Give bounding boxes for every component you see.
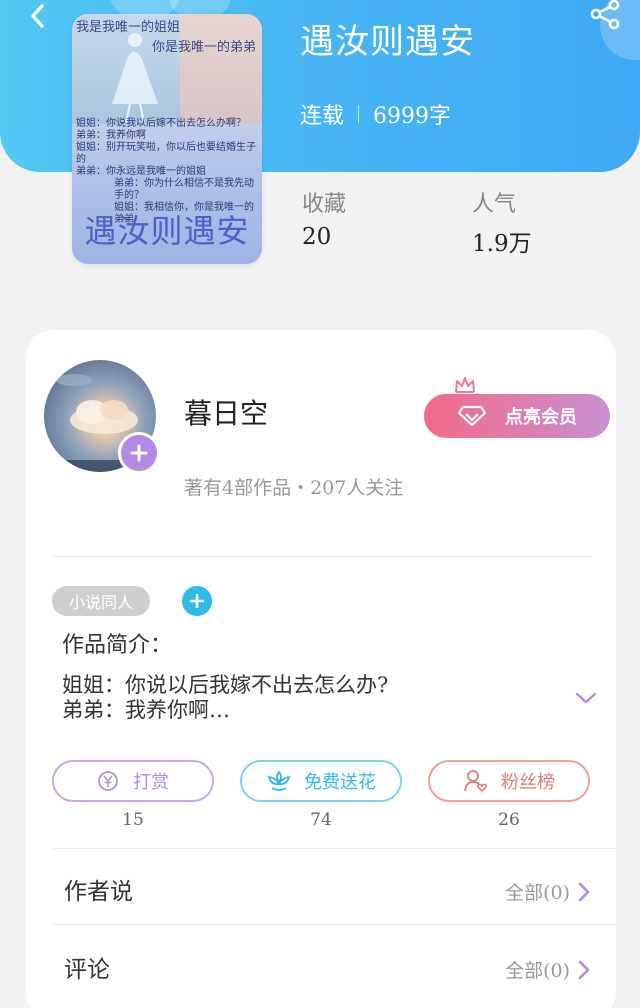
divider [52, 848, 616, 849]
popularity-count: 1.9万 [472, 231, 532, 257]
cover-title: 遇汝则遇安 [84, 212, 250, 250]
cover-dialog-line: 弟弟：我养你啊 [76, 130, 146, 141]
favorites-count: 20 [302, 224, 332, 250]
flower-count: 74 [310, 810, 332, 830]
tip-count: 15 [122, 810, 144, 830]
share-button[interactable] [588, 0, 622, 30]
author-says-link-label: 全部(0) [505, 882, 570, 904]
author-says-view-all[interactable]: 全部(0) [505, 878, 592, 905]
intro-text: 姐姐：你说以后我嫁不出去怎么办? 弟弟：我养你啊… [62, 673, 388, 723]
serial-status: 连载 [300, 104, 345, 129]
cover-dialog-line: 弟弟：你永远是我唯一的姐姐 [76, 166, 206, 177]
vip-button-label: 点亮会员 [505, 407, 577, 428]
back-button[interactable] [20, 0, 56, 34]
tip-button[interactable]: 打赏 [52, 760, 214, 802]
cover-line-2: 你是我唯一的弟弟 [151, 40, 256, 55]
cover-dialog-line: 姐姐：你说我以后嫁不出去怎么办啊？ [76, 118, 246, 129]
cover-line-1: 我是我唯一的姐姐 [76, 20, 181, 35]
plus-icon [190, 594, 204, 608]
divider [52, 556, 592, 557]
yen-coin-icon [98, 771, 118, 791]
author-says-title: 作者说 [64, 879, 133, 905]
cover-dialog-line: 弟弟：你为什么相信不是我先动手的？ [114, 178, 254, 201]
fan-count: 26 [498, 810, 520, 830]
expand-intro-button[interactable] [574, 690, 598, 706]
popularity-label: 人气 [472, 192, 517, 217]
intro-line: 姐姐：你说以后我嫁不出去怎么办? [62, 673, 389, 697]
diamond-icon [457, 405, 487, 427]
meta-divider [358, 105, 360, 123]
chevron-right-icon [578, 960, 590, 979]
user-heart-icon [464, 770, 487, 793]
share-icon [590, 0, 620, 30]
favorites-label: 收藏 [302, 192, 347, 217]
book-title: 遇汝则遇安 [300, 22, 475, 62]
comments-link-label: 全部(0) [505, 960, 570, 982]
chevron-left-icon [31, 4, 44, 28]
divider [52, 924, 616, 925]
word-count: 6999字 [373, 104, 452, 129]
chevron-down-icon [575, 692, 597, 704]
follow-author-button[interactable] [118, 432, 160, 474]
cover-dialog-line: 姐姐：别开玩笑啦，你以后也要结婚生子的 [76, 142, 256, 165]
send-flower-label: 免费送花 [304, 772, 376, 793]
comments-title: 评论 [64, 957, 110, 983]
plus-icon [130, 444, 148, 462]
intro-heading: 作品简介： [62, 633, 173, 658]
author-card: 暮日空 著有4部作品・207人关注 点亮会员 小说同人 作品简介： 姐姐：你说以… [26, 330, 616, 1008]
book-meta: 连载 6999字 [300, 98, 451, 130]
author-stats: 著有4部作品・207人关注 [184, 477, 404, 499]
cover-photo-sunset [180, 14, 262, 124]
fan-ranking-label: 粉丝榜 [501, 772, 555, 793]
send-flower-button[interactable]: 免费送花 [240, 760, 402, 802]
crown-icon [455, 377, 475, 393]
tip-label: 打赏 [133, 772, 169, 793]
fan-ranking-button[interactable]: 粉丝榜 [428, 760, 590, 802]
book-cover[interactable]: 我是我唯一的姐姐 你是我唯一的弟弟 姐姐：你说我以后嫁不出去怎么办啊？ 弟弟：我… [72, 14, 262, 264]
add-tag-button[interactable] [182, 586, 212, 616]
vip-membership-button[interactable]: 点亮会员 [424, 394, 610, 438]
chevron-right-icon [578, 882, 590, 901]
author-name[interactable]: 暮日空 [184, 392, 268, 432]
tag-pill[interactable]: 小说同人 [52, 586, 150, 616]
intro-line: 弟弟：我养你啊… [62, 698, 230, 722]
comments-view-all[interactable]: 全部(0) [505, 956, 592, 983]
flower-icon [267, 770, 291, 791]
